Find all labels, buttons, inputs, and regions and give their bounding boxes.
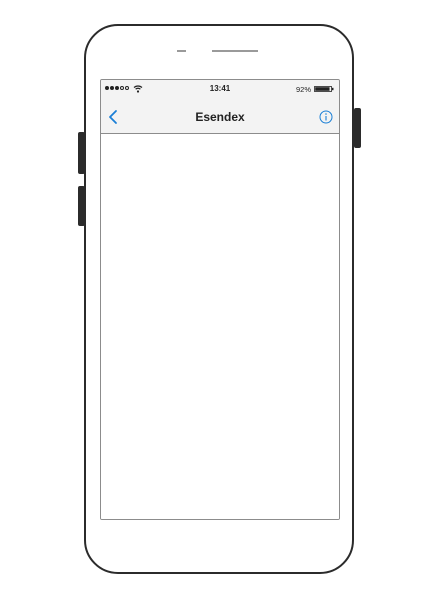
info-icon[interactable] xyxy=(319,110,333,124)
navigation-bar: Esendex xyxy=(101,100,339,134)
phone-screen: 13:41 92% Esendex xyxy=(100,79,340,520)
page-title: Esendex xyxy=(195,110,245,124)
status-bar: 13:41 92% xyxy=(101,80,339,100)
power-button xyxy=(354,108,361,148)
front-sensor xyxy=(177,50,186,52)
content-area xyxy=(101,134,339,519)
battery-icon xyxy=(314,86,334,92)
earpiece-speaker xyxy=(212,50,258,52)
canvas: 13:41 92% Esendex xyxy=(0,0,440,600)
battery-percent: 92% xyxy=(295,85,311,94)
